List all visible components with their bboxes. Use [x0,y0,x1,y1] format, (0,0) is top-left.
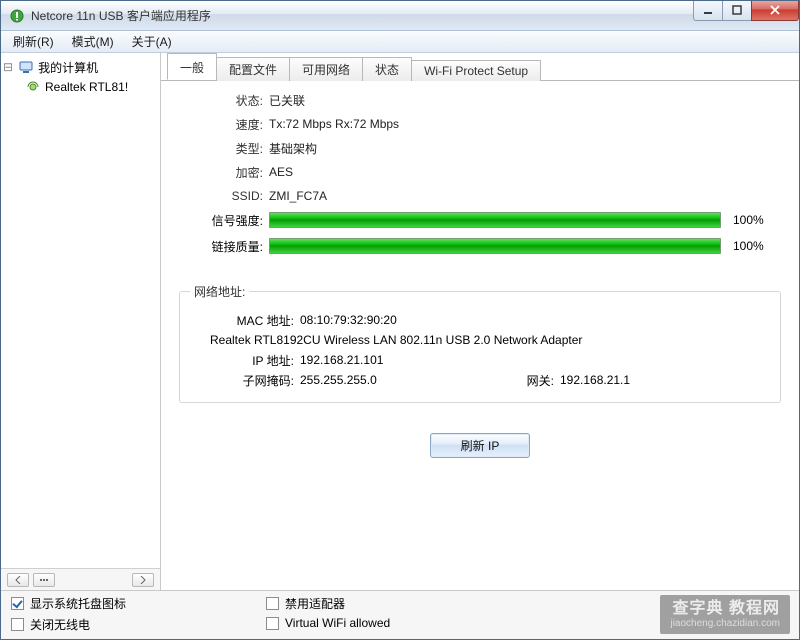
maximize-button[interactable] [722,1,752,21]
value-type: 基础架构 [269,140,317,157]
row-adapter-name: Realtek RTL8192CU Wireless LAN 802.11n U… [190,330,770,350]
row-speed: 速度: Tx:72 Mbps Rx:72 Mbps [179,113,781,135]
tab-status[interactable]: 状态 [362,57,412,81]
body: ⊟ 我的计算机 Realtek RTL81! 一般 配置文件 可 [1,53,799,590]
checkbox-radio-off-box[interactable] [11,618,24,631]
checkbox-virtual-wifi[interactable]: Virtual WiFi allowed [266,616,390,630]
checkbox-tray-label: 显示系统托盘图标 [30,595,126,612]
general-panel: 状态: 已关联 速度: Tx:72 Mbps Rx:72 Mbps 类型: 基础… [161,81,799,590]
label-state: 状态: [179,92,269,109]
row-encryption: 加密: AES [179,161,781,183]
app-icon [9,8,25,24]
link-bar-fill [270,239,720,253]
watermark-title: 查字典 教程网 [673,599,780,618]
checkbox-disable-adapter-box[interactable] [266,597,279,610]
label-mask: 子网掩码: [190,372,300,389]
link-pct: 100% [721,239,781,253]
sidebar-scroll-right[interactable] [132,573,154,587]
watermark-url: jiaocheng.chazidian.com [670,618,780,630]
sidebar: ⊟ 我的计算机 Realtek RTL81! [1,53,161,590]
checkbox-virtual-wifi-label: Virtual WiFi allowed [285,616,390,630]
row-state: 状态: 已关联 [179,89,781,111]
group-legend: 网络地址: [190,283,249,300]
label-encryption: 加密: [179,164,269,181]
device-tree[interactable]: ⊟ 我的计算机 Realtek RTL81! [1,53,160,568]
tree-adapter[interactable]: Realtek RTL81! [3,77,158,97]
app-window: Netcore 11n USB 客户端应用程序 刷新(R) 模式(M) 关于(A… [0,0,800,640]
tabstrip: 一般 配置文件 可用网络 状态 Wi-Fi Protect Setup [161,57,799,81]
label-link: 链接质量: [179,238,269,255]
row-mask-gateway: 子网掩码: 255.255.255.0 网关: 192.168.21.1 [190,370,770,390]
content: 一般 配置文件 可用网络 状态 Wi-Fi Protect Setup 状态: … [161,53,799,590]
label-ip: IP 地址: [190,352,300,369]
menubar: 刷新(R) 模式(M) 关于(A) [1,31,799,53]
network-address-group: 网络地址: MAC 地址: 08:10:79:32:90:20 Realtek … [179,291,781,403]
window-buttons [694,1,799,21]
minimize-button[interactable] [693,1,723,21]
refresh-row: 刷新 IP [179,403,781,468]
value-mask: 255.255.255.0 [300,373,480,387]
tree-root[interactable]: ⊟ 我的计算机 [3,57,158,77]
tree-adapter-label: Realtek RTL81! [45,80,128,94]
titlebar: Netcore 11n USB 客户端应用程序 [1,1,799,31]
tab-wps[interactable]: Wi-Fi Protect Setup [411,60,541,81]
window-title: Netcore 11n USB 客户端应用程序 [31,7,694,24]
value-ip: 192.168.21.101 [300,353,770,367]
row-ip: IP 地址: 192.168.21.101 [190,350,770,370]
value-speed: Tx:72 Mbps Rx:72 Mbps [269,117,399,131]
value-state: 已关联 [269,92,305,109]
tree-collapse-icon[interactable]: ⊟ [3,60,12,74]
checkbox-radio-off[interactable]: 关闭无线电 [11,616,126,633]
row-ssid: SSID: ZMI_FC7A [179,185,781,207]
value-gateway: 192.168.21.1 [560,373,630,387]
sidebar-scroll-left[interactable] [7,573,29,587]
tab-available[interactable]: 可用网络 [289,57,363,81]
adapter-icon [25,79,41,95]
signal-bar-fill [270,213,720,227]
row-mac: MAC 地址: 08:10:79:32:90:20 [190,310,770,330]
label-type: 类型: [179,140,269,157]
computer-icon [18,59,34,75]
checkbox-disable-adapter-label: 禁用适配器 [285,595,345,612]
checkbox-tray-box[interactable] [11,597,24,610]
link-bar [269,238,721,254]
checkbox-virtual-wifi-box[interactable] [266,617,279,630]
checkbox-disable-adapter[interactable]: 禁用适配器 [266,595,390,612]
label-mac: MAC 地址: [190,312,300,329]
label-gateway: 网关: [480,372,560,389]
value-adapter: Realtek RTL8192CU Wireless LAN 802.11n U… [210,333,770,347]
close-button[interactable] [751,1,799,21]
footer-col-right: 禁用适配器 Virtual WiFi allowed [266,595,390,633]
tab-profile[interactable]: 配置文件 [216,57,290,81]
row-type: 类型: 基础架构 [179,137,781,159]
row-link: 链接质量: 100% [179,235,781,257]
checkbox-tray[interactable]: 显示系统托盘图标 [11,595,126,612]
label-speed: 速度: [179,116,269,133]
watermark: 查字典 教程网 jiaocheng.chazidian.com [660,595,790,634]
value-ssid: ZMI_FC7A [269,189,327,203]
signal-bar [269,212,721,228]
menu-about[interactable]: 关于(A) [126,31,178,52]
sidebar-detail-button[interactable] [33,573,55,587]
menu-refresh[interactable]: 刷新(R) [7,31,60,52]
menu-mode[interactable]: 模式(M) [66,31,120,52]
label-signal: 信号强度: [179,212,269,229]
row-signal: 信号强度: 100% [179,209,781,231]
sidebar-footer [1,568,160,590]
value-mac: 08:10:79:32:90:20 [300,313,770,327]
footer-col-left: 显示系统托盘图标 关闭无线电 [11,595,126,633]
refresh-ip-button[interactable]: 刷新 IP [430,433,530,458]
tree-root-label: 我的计算机 [38,59,98,76]
label-ssid: SSID: [179,189,269,203]
value-encryption: AES [269,165,293,179]
tab-general[interactable]: 一般 [167,53,217,80]
checkbox-radio-off-label: 关闭无线电 [30,616,90,633]
signal-pct: 100% [721,213,781,227]
